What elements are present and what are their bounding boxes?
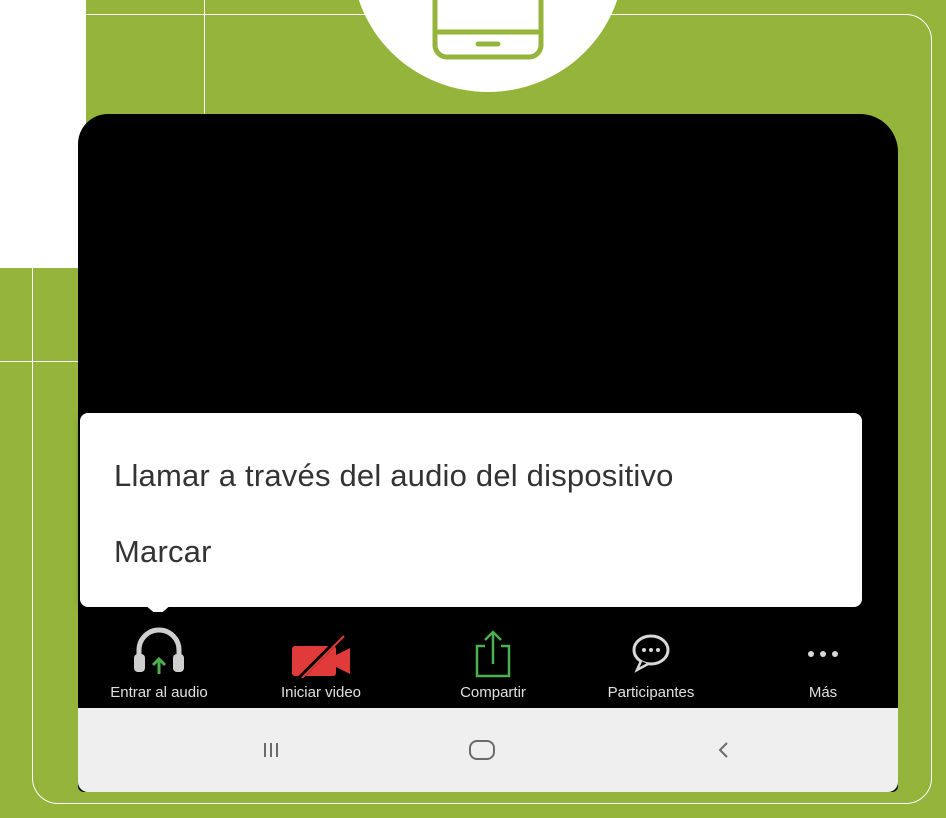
android-navigation-bar bbox=[78, 708, 898, 792]
share-label: Compartir bbox=[460, 684, 526, 701]
participants-button[interactable]: Participantes bbox=[576, 612, 726, 708]
mobile-phone-icon bbox=[432, 0, 544, 60]
chat-bubble-icon bbox=[632, 634, 670, 673]
back-icon bbox=[718, 742, 728, 758]
meeting-toolbar: Entrar al audio Iniciar video Compartir … bbox=[78, 612, 898, 708]
recent-apps-icon bbox=[264, 743, 278, 757]
join-audio-button[interactable]: Entrar al audio bbox=[84, 612, 234, 708]
recent-apps-button[interactable] bbox=[226, 708, 316, 792]
participants-label: Participantes bbox=[607, 684, 695, 701]
share-button[interactable]: Compartir bbox=[418, 612, 568, 708]
dial-option[interactable]: Marcar bbox=[114, 534, 212, 570]
headphones-icon bbox=[134, 627, 184, 674]
share-icon bbox=[475, 630, 511, 678]
start-video-button[interactable]: Iniciar video bbox=[246, 612, 396, 708]
more-icon bbox=[808, 651, 838, 657]
back-button[interactable] bbox=[678, 708, 768, 792]
video-off-icon bbox=[292, 634, 350, 678]
white-panel bbox=[0, 0, 86, 268]
home-button[interactable] bbox=[437, 708, 527, 792]
start-video-label: Iniciar video bbox=[280, 684, 362, 701]
more-label: Más bbox=[808, 684, 838, 701]
more-button[interactable]: Más bbox=[748, 612, 898, 708]
join-audio-label: Entrar al audio bbox=[110, 684, 208, 701]
audio-options-popup: Llamar a través del audio del dispositiv… bbox=[80, 413, 862, 607]
call-device-audio-option[interactable]: Llamar a través del audio del dispositiv… bbox=[114, 458, 674, 494]
home-icon bbox=[469, 740, 495, 760]
